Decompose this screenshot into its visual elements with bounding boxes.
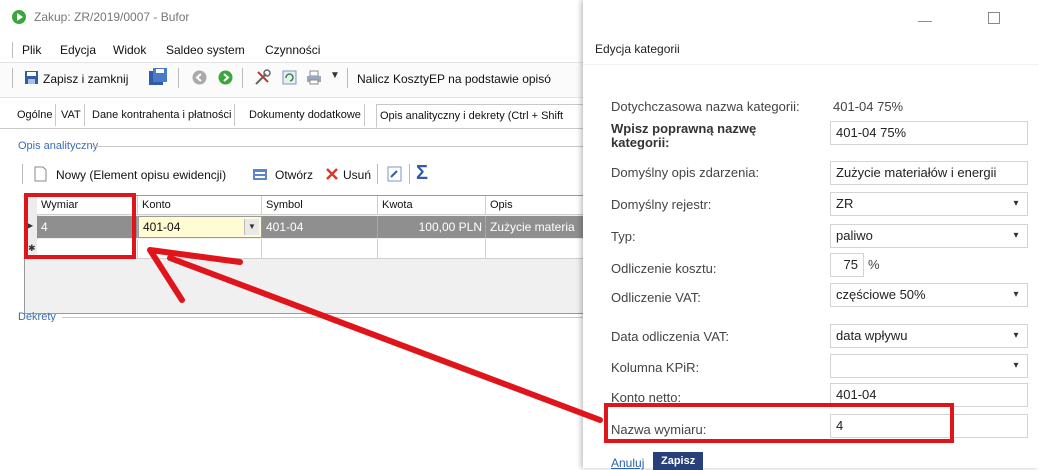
annotation-arrow (147, 247, 603, 423)
